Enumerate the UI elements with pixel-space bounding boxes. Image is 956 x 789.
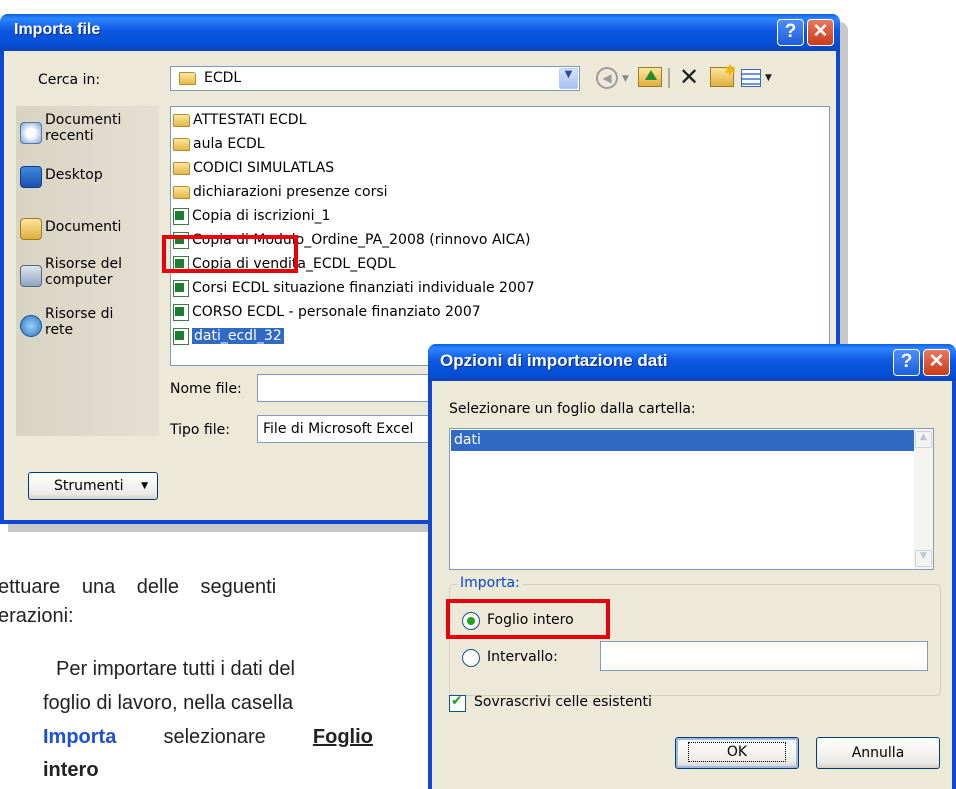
radio-range-label[interactable]: Intervallo:	[487, 649, 558, 665]
scroll-up-icon[interactable]: ▲	[915, 431, 932, 448]
sheet-item-selected[interactable]: dati	[451, 430, 914, 451]
doc-para-line-2: foglio di lavoro, nella casella	[43, 692, 294, 714]
place-label: Risorse del computer	[45, 256, 122, 288]
documents-icon	[20, 218, 42, 240]
file-name: dichiarazioni presenze corsi	[193, 184, 388, 200]
chevron-down-icon: ▼	[141, 481, 148, 491]
file-item-excel[interactable]: Corsi ECDL situazione finanziati individ…	[173, 276, 535, 300]
title-bar: Importa file ? ✕	[0, 14, 840, 51]
file-item-folder[interactable]: dichiarazioni presenze corsi	[173, 180, 388, 204]
import-options-dialog: Opzioni di importazione dati ? ✕ Selezio…	[428, 344, 956, 789]
ok-button[interactable]: OK	[675, 737, 799, 769]
doc-para-line-1: Per importare tutti i dati del	[56, 658, 295, 680]
help-icon[interactable]: ?	[893, 349, 920, 376]
places-bar: Documenti recenti Desktop Documenti Riso…	[16, 106, 159, 436]
file-item-excel-selected[interactable]: dati_ecdl_32	[173, 324, 284, 348]
views-dropdown-icon[interactable]: ▼	[765, 73, 772, 83]
network-icon	[20, 315, 42, 337]
file-name: aula ECDL	[193, 136, 265, 152]
place-label: Documenti recenti	[45, 112, 122, 144]
views-icon[interactable]	[741, 69, 761, 87]
new-folder-icon[interactable]: ✱	[710, 63, 736, 87]
help-icon[interactable]: ?	[777, 19, 804, 46]
import-group-label: Importa:	[457, 575, 523, 591]
place-computer[interactable]: Risorse del computer	[16, 256, 159, 296]
file-name: CODICI SIMULATLAS	[193, 160, 335, 176]
file-item-folder[interactable]: aula ECDL	[173, 132, 265, 156]
place-recent-documents[interactable]: Documenti recenti	[16, 112, 159, 152]
folder-icon	[173, 137, 190, 151]
sheet-list[interactable]: dati ▲ ▼	[449, 428, 934, 570]
tools-button-label: Strumenti	[54, 478, 124, 494]
up-folder-icon[interactable]	[638, 67, 662, 87]
folder-icon	[173, 113, 190, 127]
lookin-value: ECDL	[204, 70, 242, 86]
file-item-excel[interactable]: Copia di iscrizioni_1	[173, 204, 330, 228]
place-label: Documenti	[45, 219, 122, 235]
delete-icon[interactable]: ✕	[679, 63, 699, 92]
place-label: Desktop	[45, 167, 103, 183]
recent-documents-icon	[20, 122, 42, 144]
title-bar: Opzioni di importazione dati ? ✕	[428, 344, 956, 381]
filename-label: Nome file:	[170, 381, 242, 397]
file-item-folder[interactable]: CODICI SIMULATLAS	[173, 156, 334, 180]
dialog-title: Opzioni di importazione dati	[440, 351, 668, 370]
ok-button-label: OK	[687, 742, 787, 762]
file-name: Copia di iscrizioni_1	[192, 208, 331, 224]
dialog-title: Importa file	[14, 21, 101, 38]
overwrite-checkbox[interactable]: ✔	[449, 693, 466, 712]
close-icon[interactable]: ✕	[923, 349, 950, 376]
scroll-down-icon[interactable]: ▼	[915, 550, 932, 567]
range-input[interactable]	[600, 641, 928, 671]
overwrite-label[interactable]: Sovrascrivi celle esistenti	[474, 694, 652, 710]
chevron-down-icon[interactable]: ▼	[559, 68, 578, 89]
cancel-button-label: Annulla	[851, 745, 905, 761]
toolbar-separator	[668, 68, 670, 88]
desktop-icon	[20, 166, 42, 188]
place-label: Risorse di rete	[45, 306, 114, 338]
file-name: CORSO ECDL - personale finanziato 2007	[192, 304, 481, 320]
doc-line-2: erazioni:	[0, 605, 74, 627]
file-name: ATTESTATI ECDL	[193, 112, 307, 128]
excel-file-icon	[173, 327, 189, 345]
folder-icon	[173, 161, 190, 175]
filetype-select[interactable]: File di Microsoft Excel	[257, 415, 437, 443]
radio-range[interactable]	[462, 649, 480, 667]
excel-file-icon	[173, 207, 189, 225]
doc-foglio: Foglio	[312, 726, 373, 748]
doc-line-1: ettuare una delle seguenti	[0, 576, 277, 598]
cancel-button[interactable]: Annulla	[816, 737, 940, 769]
place-documents[interactable]: Documenti	[16, 216, 159, 244]
close-icon[interactable]: ✕	[807, 19, 834, 46]
folder-icon	[179, 72, 196, 85]
file-name: dati_ecdl_32	[192, 328, 284, 344]
sheet-label: Selezionare un foglio dalla cartella:	[449, 401, 696, 417]
folder-icon	[173, 185, 190, 199]
filename-input[interactable]	[257, 374, 437, 402]
filetype-label: Tipo file:	[170, 422, 230, 438]
tools-button[interactable]: Strumenti ▼	[28, 472, 158, 500]
highlight-box	[162, 235, 298, 273]
place-network[interactable]: Risorse di rete	[16, 306, 159, 346]
excel-file-icon	[173, 303, 189, 321]
place-desktop[interactable]: Desktop	[16, 164, 159, 192]
excel-file-icon	[173, 279, 189, 297]
doc-selezionare: selezionare	[163, 726, 266, 748]
highlight-box	[446, 599, 610, 639]
scrollbar[interactable]: ▲ ▼	[914, 429, 933, 569]
checkmark-icon: ✔	[451, 693, 463, 709]
back-icon[interactable]: ◀	[596, 67, 618, 89]
file-item-folder[interactable]: ATTESTATI ECDL	[173, 108, 306, 132]
lookin-combo[interactable]: ECDL ▼	[170, 66, 580, 91]
lookin-label: Cerca in:	[38, 72, 101, 88]
file-name: Corsi ECDL situazione finanziati individ…	[192, 280, 535, 296]
doc-importa: Importa	[43, 726, 117, 748]
back-dropdown-icon[interactable]: ▼	[622, 74, 629, 84]
computer-icon	[20, 265, 42, 287]
file-item-excel[interactable]: CORSO ECDL - personale finanziato 2007	[173, 300, 481, 324]
doc-intero: intero	[43, 759, 99, 781]
